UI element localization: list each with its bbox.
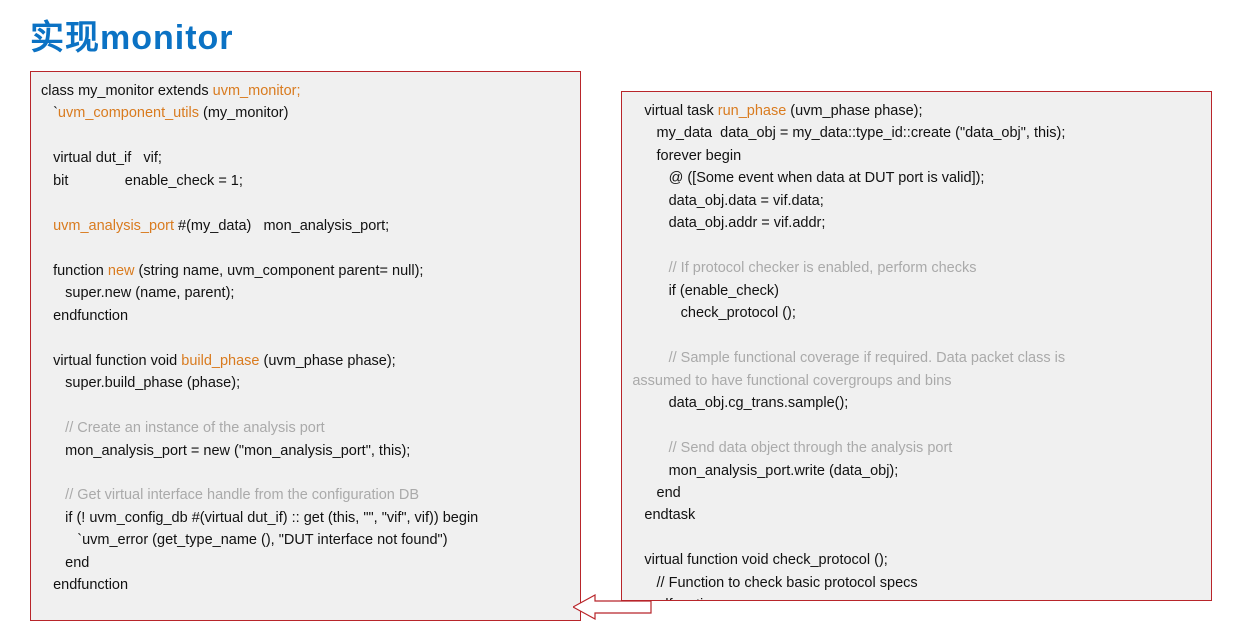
code-text: end bbox=[632, 485, 680, 501]
code-text: @ ([Some event when data at DUT port is … bbox=[632, 170, 984, 186]
code-text: check_protocol (); bbox=[632, 305, 796, 321]
code-text: (string name, uvm_component parent= null… bbox=[135, 263, 424, 279]
comment: // Get virtual interface handle from the… bbox=[41, 487, 419, 503]
comment: // Send data object through the analysis… bbox=[632, 440, 952, 456]
comment: // Create an instance of the analysis po… bbox=[41, 420, 325, 436]
keyword: run_phase bbox=[718, 103, 787, 119]
code-text: virtual function void check_protocol (); bbox=[632, 552, 887, 568]
code-text: // Function to check basic protocol spec… bbox=[632, 575, 917, 591]
code-text: mon_analysis_port.write (data_obj); bbox=[632, 463, 898, 479]
arrow-left-icon bbox=[573, 593, 653, 621]
comment: // If protocol checker is enabled, perfo… bbox=[632, 260, 976, 276]
code-text: data_obj.cg_trans.sample(); bbox=[632, 395, 848, 411]
code-text: my_data data_obj = my_data::type_id::cre… bbox=[632, 125, 1065, 141]
code-box-right: virtual task run_phase (uvm_phase phase)… bbox=[621, 91, 1212, 601]
code-text: endtask bbox=[632, 507, 695, 523]
code-text: class my_monitor extends bbox=[41, 83, 213, 99]
code-box-left: class my_monitor extends uvm_monitor; `u… bbox=[30, 71, 581, 621]
code-text: ` bbox=[41, 105, 58, 121]
code-text: (uvm_phase phase); bbox=[786, 103, 922, 119]
keyword: uvm_component_utils bbox=[58, 105, 199, 121]
code-text: endfunction bbox=[41, 308, 128, 324]
code-text: data_obj.addr = vif.addr; bbox=[632, 215, 825, 231]
keyword: build_phase bbox=[181, 353, 259, 369]
comment: // Sample functional coverage if require… bbox=[632, 350, 1069, 366]
code-panels: class my_monitor extends uvm_monitor; `u… bbox=[30, 71, 1212, 621]
code-text: super.new (name, parent); bbox=[41, 285, 234, 301]
code-text: super.build_phase (phase); bbox=[41, 375, 240, 391]
page-title: 实现monitor bbox=[30, 10, 1212, 59]
code-text: #(my_data) mon_analysis_port; bbox=[174, 218, 389, 234]
code-text: if (enable_check) bbox=[632, 283, 779, 299]
code-text: end bbox=[41, 555, 89, 571]
code-text: virtual task bbox=[632, 103, 717, 119]
code-text: mon_analysis_port = new ("mon_analysis_p… bbox=[41, 443, 410, 459]
code-text: data_obj.data = vif.data; bbox=[632, 193, 823, 209]
code-text: (my_monitor) bbox=[199, 105, 288, 121]
comment: assumed to have functional covergroups a… bbox=[632, 373, 951, 389]
code-text: endfunction bbox=[41, 577, 128, 593]
code-text: bit enable_check = 1; bbox=[41, 173, 243, 189]
keyword: uvm_monitor; bbox=[213, 83, 301, 99]
keyword: uvm_analysis_port bbox=[53, 218, 174, 234]
code-text: virtual dut_if vif; bbox=[41, 150, 162, 166]
code-text: (uvm_phase phase); bbox=[259, 353, 395, 369]
keyword: new bbox=[108, 263, 135, 279]
code-text: `uvm_error (get_type_name (), "DUT inter… bbox=[41, 532, 448, 548]
code-text: if (! uvm_config_db #(virtual dut_if) ::… bbox=[41, 510, 478, 526]
code-text: virtual function void bbox=[41, 353, 181, 369]
code-text bbox=[41, 218, 53, 234]
code-text: forever begin bbox=[632, 148, 741, 164]
code-text: function bbox=[41, 263, 108, 279]
